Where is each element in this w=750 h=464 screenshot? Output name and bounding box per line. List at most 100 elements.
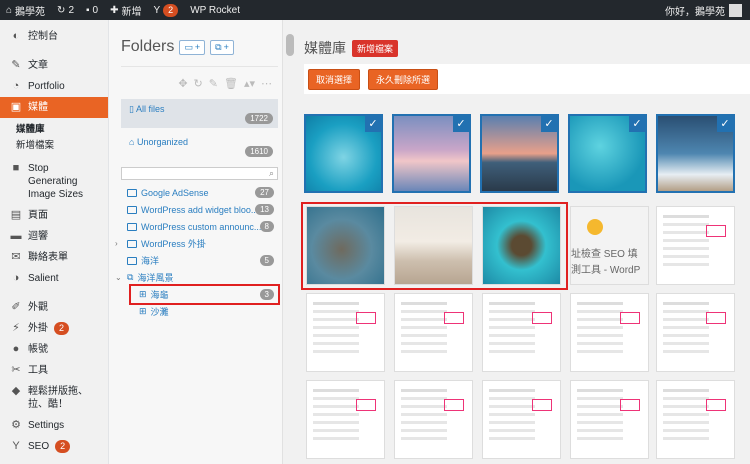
chevron-right-icon[interactable]: ›	[115, 239, 118, 248]
media-item[interactable]: ✓	[656, 114, 735, 193]
check-icon[interactable]: ✓	[629, 116, 645, 132]
move-icon[interactable]: ✥	[178, 77, 187, 90]
sidebar-item-comments[interactable]: ▬ 迴響	[0, 226, 108, 247]
pin-icon: ✎	[11, 58, 21, 71]
media-item[interactable]: 址檢查 SEO 填 測工具 - WordP	[570, 206, 649, 285]
folders-toolbar: ✥ ↻ ✎ 🗑 ▴▾ ⋯	[121, 66, 278, 99]
refresh-icon[interactable]: ↻	[194, 77, 203, 90]
folder-turtle[interactable]: ⊞ 海龜 3	[129, 284, 280, 305]
unorganized-count: 1610	[245, 146, 273, 157]
stop-icon: ■	[12, 161, 20, 174]
sidebar-item-media[interactable]: ▣ 媒體	[0, 97, 108, 118]
user-icon: ●	[12, 342, 20, 355]
sidebar-item-plugins[interactable]: ⚡ 外掛 2	[0, 318, 108, 339]
sidebar-item-settings[interactable]: ⚙ Settings	[0, 415, 108, 436]
home-icon: ⌂	[6, 4, 13, 16]
sidebar-item-users[interactable]: ● 帳號	[0, 339, 108, 360]
plus-icon: ✚	[110, 4, 119, 16]
media-item[interactable]	[394, 293, 473, 372]
check-icon[interactable]: ✓	[717, 116, 733, 132]
media-item[interactable]: ✓	[480, 114, 559, 193]
admin-bar: ⌂ 鵝學苑 ↻ 2 ▪ 0 ✚ 新增 Y 2 WP Rocket 你好，鵝學苑	[0, 0, 750, 20]
chevron-down-icon[interactable]: ⌄	[115, 273, 122, 282]
check-icon[interactable]: ✓	[541, 116, 557, 132]
sidebar-item-pages[interactable]: ▤ 頁面	[0, 205, 108, 226]
media-item[interactable]	[570, 380, 649, 459]
tools-icon: ✂	[11, 363, 21, 376]
trash-icon[interactable]: 🗑	[224, 77, 238, 90]
sidebar-item-portfolio[interactable]: ◔ Portfolio	[0, 76, 108, 97]
plugins-badge: 2	[54, 322, 70, 335]
sidebar-item-dragdrop[interactable]: ◆ 輕鬆拼版拖、拉、酷！	[0, 381, 108, 415]
sidebar-item-salient[interactable]: ◑ Salient	[0, 268, 108, 289]
folder-wp-announce[interactable]: WordPress custom announc... 8	[109, 218, 278, 235]
media-item[interactable]	[656, 293, 735, 372]
media-item[interactable]: ✓	[568, 114, 647, 193]
mail-icon: ✉	[11, 250, 21, 263]
admin-bar-rocket[interactable]: WP Rocket	[184, 0, 246, 20]
folder-ocean-scenery[interactable]: ⌄ ⧉ 海洋風景	[109, 269, 278, 286]
media-header: 媒體庫 新增檔案	[304, 38, 399, 58]
new-folder-button[interactable]: ▭ +	[179, 39, 206, 55]
bulk-toolbar: 取消選擇 永久刪除所選	[304, 64, 750, 94]
media-item[interactable]: ✓	[304, 114, 383, 193]
avatar	[729, 3, 742, 17]
admin-sidebar: ◐ 控制台 ✎ 文章 ◔ Portfolio ▣ 媒體 媒體庫 新增檔案 ■ Stop G…	[0, 20, 109, 464]
sidebar-item-contact[interactable]: ✉ 聯絡表單	[0, 247, 108, 268]
grid-icon: ⊞	[139, 306, 147, 316]
folder-google-adsense[interactable]: Google AdSense 27	[109, 184, 278, 201]
media-item[interactable]: ✓	[392, 114, 471, 193]
more-icon[interactable]: ⋯	[261, 77, 272, 90]
add-new-button[interactable]: 新增檔案	[352, 39, 399, 57]
wordpress-logo-icon	[587, 219, 603, 235]
media-item[interactable]	[570, 293, 649, 372]
media-item[interactable]	[656, 206, 735, 285]
folder-wp-widget[interactable]: WordPress add widget bloo... 13	[109, 201, 278, 218]
all-files-item[interactable]: ▯ All files 1722	[121, 99, 278, 128]
submenu-add-new[interactable]: 新增檔案	[16, 138, 108, 154]
media-icon: ▣	[10, 100, 22, 113]
new-category-button[interactable]: ⧉ +	[210, 39, 234, 55]
page-title: 媒體庫	[304, 40, 346, 56]
media-item[interactable]	[656, 380, 735, 459]
admin-bar-site[interactable]: ⌂ 鵝學苑	[0, 0, 51, 20]
media-item[interactable]	[306, 293, 385, 372]
sidebar-item-seo[interactable]: Y SEO 2	[0, 436, 108, 457]
sidebar-item-appearance[interactable]: ✐ 外觀	[0, 297, 108, 318]
sidebar-item-tools[interactable]: ✂ 工具	[0, 360, 108, 381]
sidebar-item-dashboard[interactable]: ◐ 控制台	[0, 26, 108, 47]
folder-search-input[interactable]: ⌕	[121, 167, 278, 180]
media-item[interactable]	[306, 380, 385, 459]
delete-selected-button[interactable]: 永久刪除所選	[368, 68, 439, 90]
check-icon[interactable]: ✓	[365, 116, 381, 132]
sidebar-item-stop-sizes[interactable]: ■ Stop Generating Image Sizes	[0, 158, 108, 205]
admin-bar-new[interactable]: ✚ 新增	[104, 0, 147, 20]
submenu-library[interactable]: 媒體庫	[16, 122, 108, 138]
edit-icon[interactable]: ✎	[209, 77, 218, 90]
folder-icon	[127, 222, 137, 231]
admin-bar-updates[interactable]: ↻ 2	[51, 0, 80, 20]
folders-title: Folders	[121, 38, 175, 55]
media-library: 媒體庫 新增檔案 取消選擇 永久刪除所選 ✓ ✓ ✓ ✓ ✓ 址檢查 SEO 填…	[283, 20, 750, 464]
deselect-button[interactable]: 取消選擇	[308, 68, 361, 90]
grid-icon: ⊞	[139, 289, 147, 299]
admin-bar-comments[interactable]: ▪ 0	[80, 0, 104, 20]
media-item[interactable]	[482, 380, 561, 459]
admin-bar-account[interactable]: 你好，鵝學苑	[665, 3, 750, 18]
media-item[interactable]	[394, 380, 473, 459]
unorganized-item[interactable]: ⌂ Unorganized 1610	[121, 132, 278, 161]
sidebar-item-posts[interactable]: ✎ 文章	[0, 55, 108, 76]
plugin-icon: ⚡	[12, 321, 20, 334]
check-icon[interactable]: ✓	[453, 116, 469, 132]
admin-bar-seo[interactable]: Y 2	[148, 0, 185, 20]
dashboard-icon: ◐	[12, 29, 20, 42]
refresh-icon: ↻	[57, 4, 66, 16]
seo-badge: 2	[55, 440, 71, 453]
media-item[interactable]	[482, 293, 561, 372]
folder-ocean[interactable]: 海洋 5	[109, 252, 278, 269]
dragdrop-icon: ◆	[11, 384, 21, 397]
folder-wp-plugins[interactable]: › WordPress 外掛	[109, 235, 278, 252]
folder-beach[interactable]: ⊞ 沙灘	[109, 303, 278, 320]
panel-resize-handle[interactable]	[286, 34, 294, 56]
sort-icon[interactable]: ▴▾	[244, 77, 255, 90]
